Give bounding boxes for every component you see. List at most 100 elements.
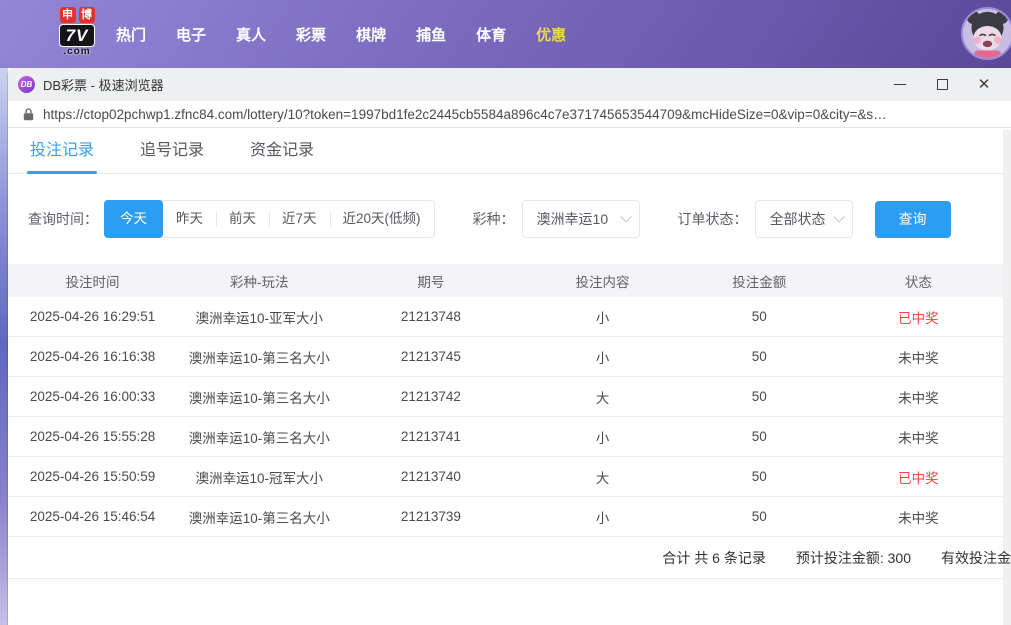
table-row: 2025-04-26 16:16:38 澳洲幸运10-第三名大小 2121374… [8,337,1003,377]
bet-time-cell: 2025-04-26 16:29:51 [29,309,156,324]
column-header: 投注内容 [575,274,630,290]
status-cell: 未中奖 [898,510,939,526]
table-body: 2025-04-26 16:29:51 澳洲幸运10-亚军大小 21213748… [8,297,1003,537]
close-button[interactable]: ✕ [963,70,1005,100]
nav-item[interactable]: 棋牌 [356,24,386,45]
time-range-option[interactable]: 近20天(低频) [329,201,434,237]
issue-cell: 21213739 [400,509,461,524]
nav-item[interactable]: 电子 [176,24,206,45]
lottery-select-value: 澳洲幸运10 [536,211,609,227]
minimize-icon [894,84,906,85]
bet-content-cell: 小 [595,510,610,526]
logo-badges: 申 博 [47,7,107,23]
logo-suffix-text: .com [63,46,91,57]
bet-time-cell: 2025-04-26 15:55:28 [29,429,156,444]
table-row: 2025-04-26 15:46:54 澳洲幸运10-第三名大小 2121373… [8,497,1003,537]
filter-row: 查询时间： 今天 昨天 前天 近7天 近20天(低频) 彩种： 澳洲幸运10 订… [28,200,1011,238]
page-content: 投注记录 追号记录 资金记录 查询时间： 今天 昨天 前天 近7天 近20天(低… [8,130,1011,625]
avatar-girl-face-icon [963,9,1011,58]
maximize-icon [936,79,948,90]
summary-total: 合计 共 6 条记录 [662,549,766,566]
bet-amount-cell: 50 [751,469,767,484]
nav-item[interactable]: 热门 [116,24,146,45]
order-status-select[interactable]: 全部状态 [754,200,853,238]
site-topbar: 申 博 7V .com 热门 电子 真人 彩票 棋牌 捕鱼 体育 优惠 [0,0,1011,68]
window-controls: ✕ [879,70,1005,100]
minimize-button[interactable] [879,70,921,100]
time-filter-label: 查询时间： [28,211,98,227]
lottery-select[interactable]: 澳洲幸运10 [521,200,640,238]
time-range-group: 今天 昨天 前天 近7天 近20天(低频) [104,200,435,238]
table-row: 2025-04-26 15:50:59 澳洲幸运10-冠军大小 21213740… [8,457,1003,497]
bet-records-table: 投注时间 彩种-玩法 期号 投注内容 投注金额 状态 2025-04-26 16… [8,264,1011,579]
time-range-option[interactable]: 今天 [104,200,163,238]
play-type-cell: 澳洲幸运10-第三名大小 [188,350,330,366]
issue-cell: 21213745 [400,349,461,364]
tab[interactable]: 资金记录 [250,130,314,173]
logo-main-text: 7V [58,24,96,47]
column-header: 彩种-玩法 [229,274,289,290]
tab[interactable]: 投注记录 [26,130,98,174]
bet-time-cell: 2025-04-26 16:16:38 [29,349,156,364]
column-header: 投注时间 [65,274,120,290]
status-cell: 未中奖 [898,390,939,406]
time-range-option[interactable]: 前天 [216,201,269,237]
bet-time-cell: 2025-04-26 16:00:33 [29,389,156,404]
lottery-filter-label: 彩种： [472,211,515,227]
order-status-value: 全部状态 [769,211,826,227]
address-bar[interactable]: https://ctop02pchwp1.zfnc84.com/lottery/… [8,101,1011,128]
status-cell: 已中奖 [898,310,939,326]
bet-content-cell: 大 [595,390,610,406]
time-range-option[interactable]: 昨天 [163,201,216,237]
table-row: 2025-04-26 16:29:51 澳洲幸运10-亚军大小 21213748… [8,297,1003,337]
summary-valid-amount: 有效投注金 [941,549,1011,566]
order-status-label: 订单状态： [677,211,748,227]
issue-cell: 21213741 [400,429,461,444]
nav-item[interactable]: 体育 [476,24,506,45]
time-range-option[interactable]: 近7天 [269,201,330,237]
record-tabs: 投注记录 追号记录 资金记录 [8,130,1011,174]
status-cell: 已中奖 [898,470,939,486]
issue-cell: 21213748 [400,309,461,324]
lock-icon [23,107,34,120]
bet-content-cell: 小 [595,310,610,326]
nav-item[interactable]: 捕鱼 [416,24,446,45]
summary-expected-amount: 预计投注金额: 300 [795,549,911,566]
bet-time-cell: 2025-04-26 15:46:54 [29,509,156,524]
table-summary-row: 合计 共 6 条记录 预计投注金额: 300 有效投注金 [8,537,1011,579]
page-background-strip [0,68,8,625]
logo-badge-right: 博 [78,7,95,23]
chevron-down-icon [619,211,632,223]
logo-badge-left: 申 [59,7,76,23]
bet-amount-cell: 50 [751,349,767,364]
status-cell: 未中奖 [898,350,939,366]
search-button[interactable]: 查询 [874,200,951,238]
play-type-cell: 澳洲幸运10-亚军大小 [195,310,323,326]
play-type-cell: 澳洲幸运10-第三名大小 [188,430,330,446]
table-row: 2025-04-26 15:55:28 澳洲幸运10-第三名大小 2121374… [8,417,1003,457]
site-nav: 热门 电子 真人 彩票 棋牌 捕鱼 体育 优惠 [116,0,566,68]
bet-amount-cell: 50 [751,389,767,404]
play-type-cell: 澳洲幸运10-第三名大小 [188,390,330,406]
play-type-cell: 澳洲幸运10-第三名大小 [188,510,330,526]
nav-item[interactable]: 真人 [236,24,266,45]
tab[interactable]: 追号记录 [140,130,204,173]
bet-amount-cell: 50 [751,509,767,524]
bet-content-cell: 小 [595,430,610,446]
issue-cell: 21213742 [400,389,461,404]
nav-item[interactable]: 优惠 [536,24,566,45]
site-logo[interactable]: 申 博 7V .com [47,7,107,57]
issue-cell: 21213740 [400,469,461,484]
table-row: 2025-04-26 16:00:33 澳洲幸运10-第三名大小 2121374… [8,377,1003,417]
close-icon: ✕ [977,76,991,93]
chevron-down-icon [832,211,845,223]
user-avatar[interactable] [961,7,1011,60]
play-type-cell: 澳洲幸运10-冠军大小 [195,470,323,486]
column-header: 状态 [904,274,932,290]
table-header-row: 投注时间 彩种-玩法 期号 投注内容 投注金额 状态 [8,264,1003,297]
bet-amount-cell: 50 [751,429,767,444]
window-title: DB彩票 - 极速浏览器 [43,78,164,93]
nav-item[interactable]: 彩票 [296,24,326,45]
maximize-button[interactable] [921,70,963,100]
bet-time-cell: 2025-04-26 15:50:59 [29,469,156,484]
